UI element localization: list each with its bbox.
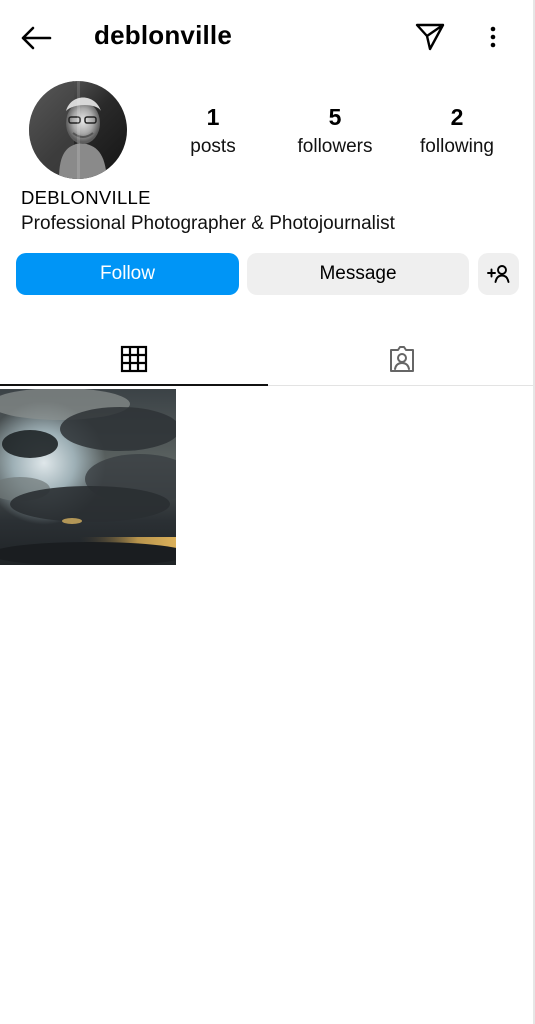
arrow-left-icon xyxy=(21,26,52,50)
tab-posts-grid[interactable] xyxy=(0,333,268,385)
bio-text: Professional Photographer & Photojournal… xyxy=(21,213,395,234)
paper-plane-icon xyxy=(415,23,445,51)
following-label: following xyxy=(420,136,494,157)
grid-icon xyxy=(120,345,148,373)
suggested-users-button[interactable] xyxy=(478,253,519,295)
following-number: 2 xyxy=(450,104,464,130)
share-button[interactable] xyxy=(413,20,447,54)
following-count[interactable]: 2 following xyxy=(410,103,504,160)
more-options-button[interactable] xyxy=(480,22,506,52)
followers-number: 5 xyxy=(328,104,342,130)
more-vertical-icon xyxy=(490,26,496,48)
post-thumbnail[interactable] xyxy=(0,389,176,565)
posts-label: posts xyxy=(190,136,236,157)
display-name: DEBLONVILLE xyxy=(21,187,151,208)
follow-button[interactable]: Follow xyxy=(16,253,239,295)
avatar[interactable] xyxy=(29,81,127,179)
posts-number: 1 xyxy=(206,104,220,130)
tagged-person-icon xyxy=(389,346,414,372)
profile-username: deblonville xyxy=(94,20,233,50)
followers-count[interactable]: 5 followers xyxy=(284,103,386,160)
posts-count[interactable]: 1 posts xyxy=(173,103,253,160)
followers-label: followers xyxy=(297,136,373,157)
message-button[interactable]: Message xyxy=(247,253,469,295)
back-button[interactable] xyxy=(18,22,54,54)
active-tab-indicator xyxy=(0,384,268,386)
profile-page: deblonville 1 posts 5 followers 2 follow… xyxy=(0,0,535,1024)
top-bar: deblonville xyxy=(0,0,535,74)
tab-tagged[interactable] xyxy=(268,333,535,385)
add-person-icon xyxy=(486,265,509,283)
tab-divider xyxy=(268,385,535,386)
